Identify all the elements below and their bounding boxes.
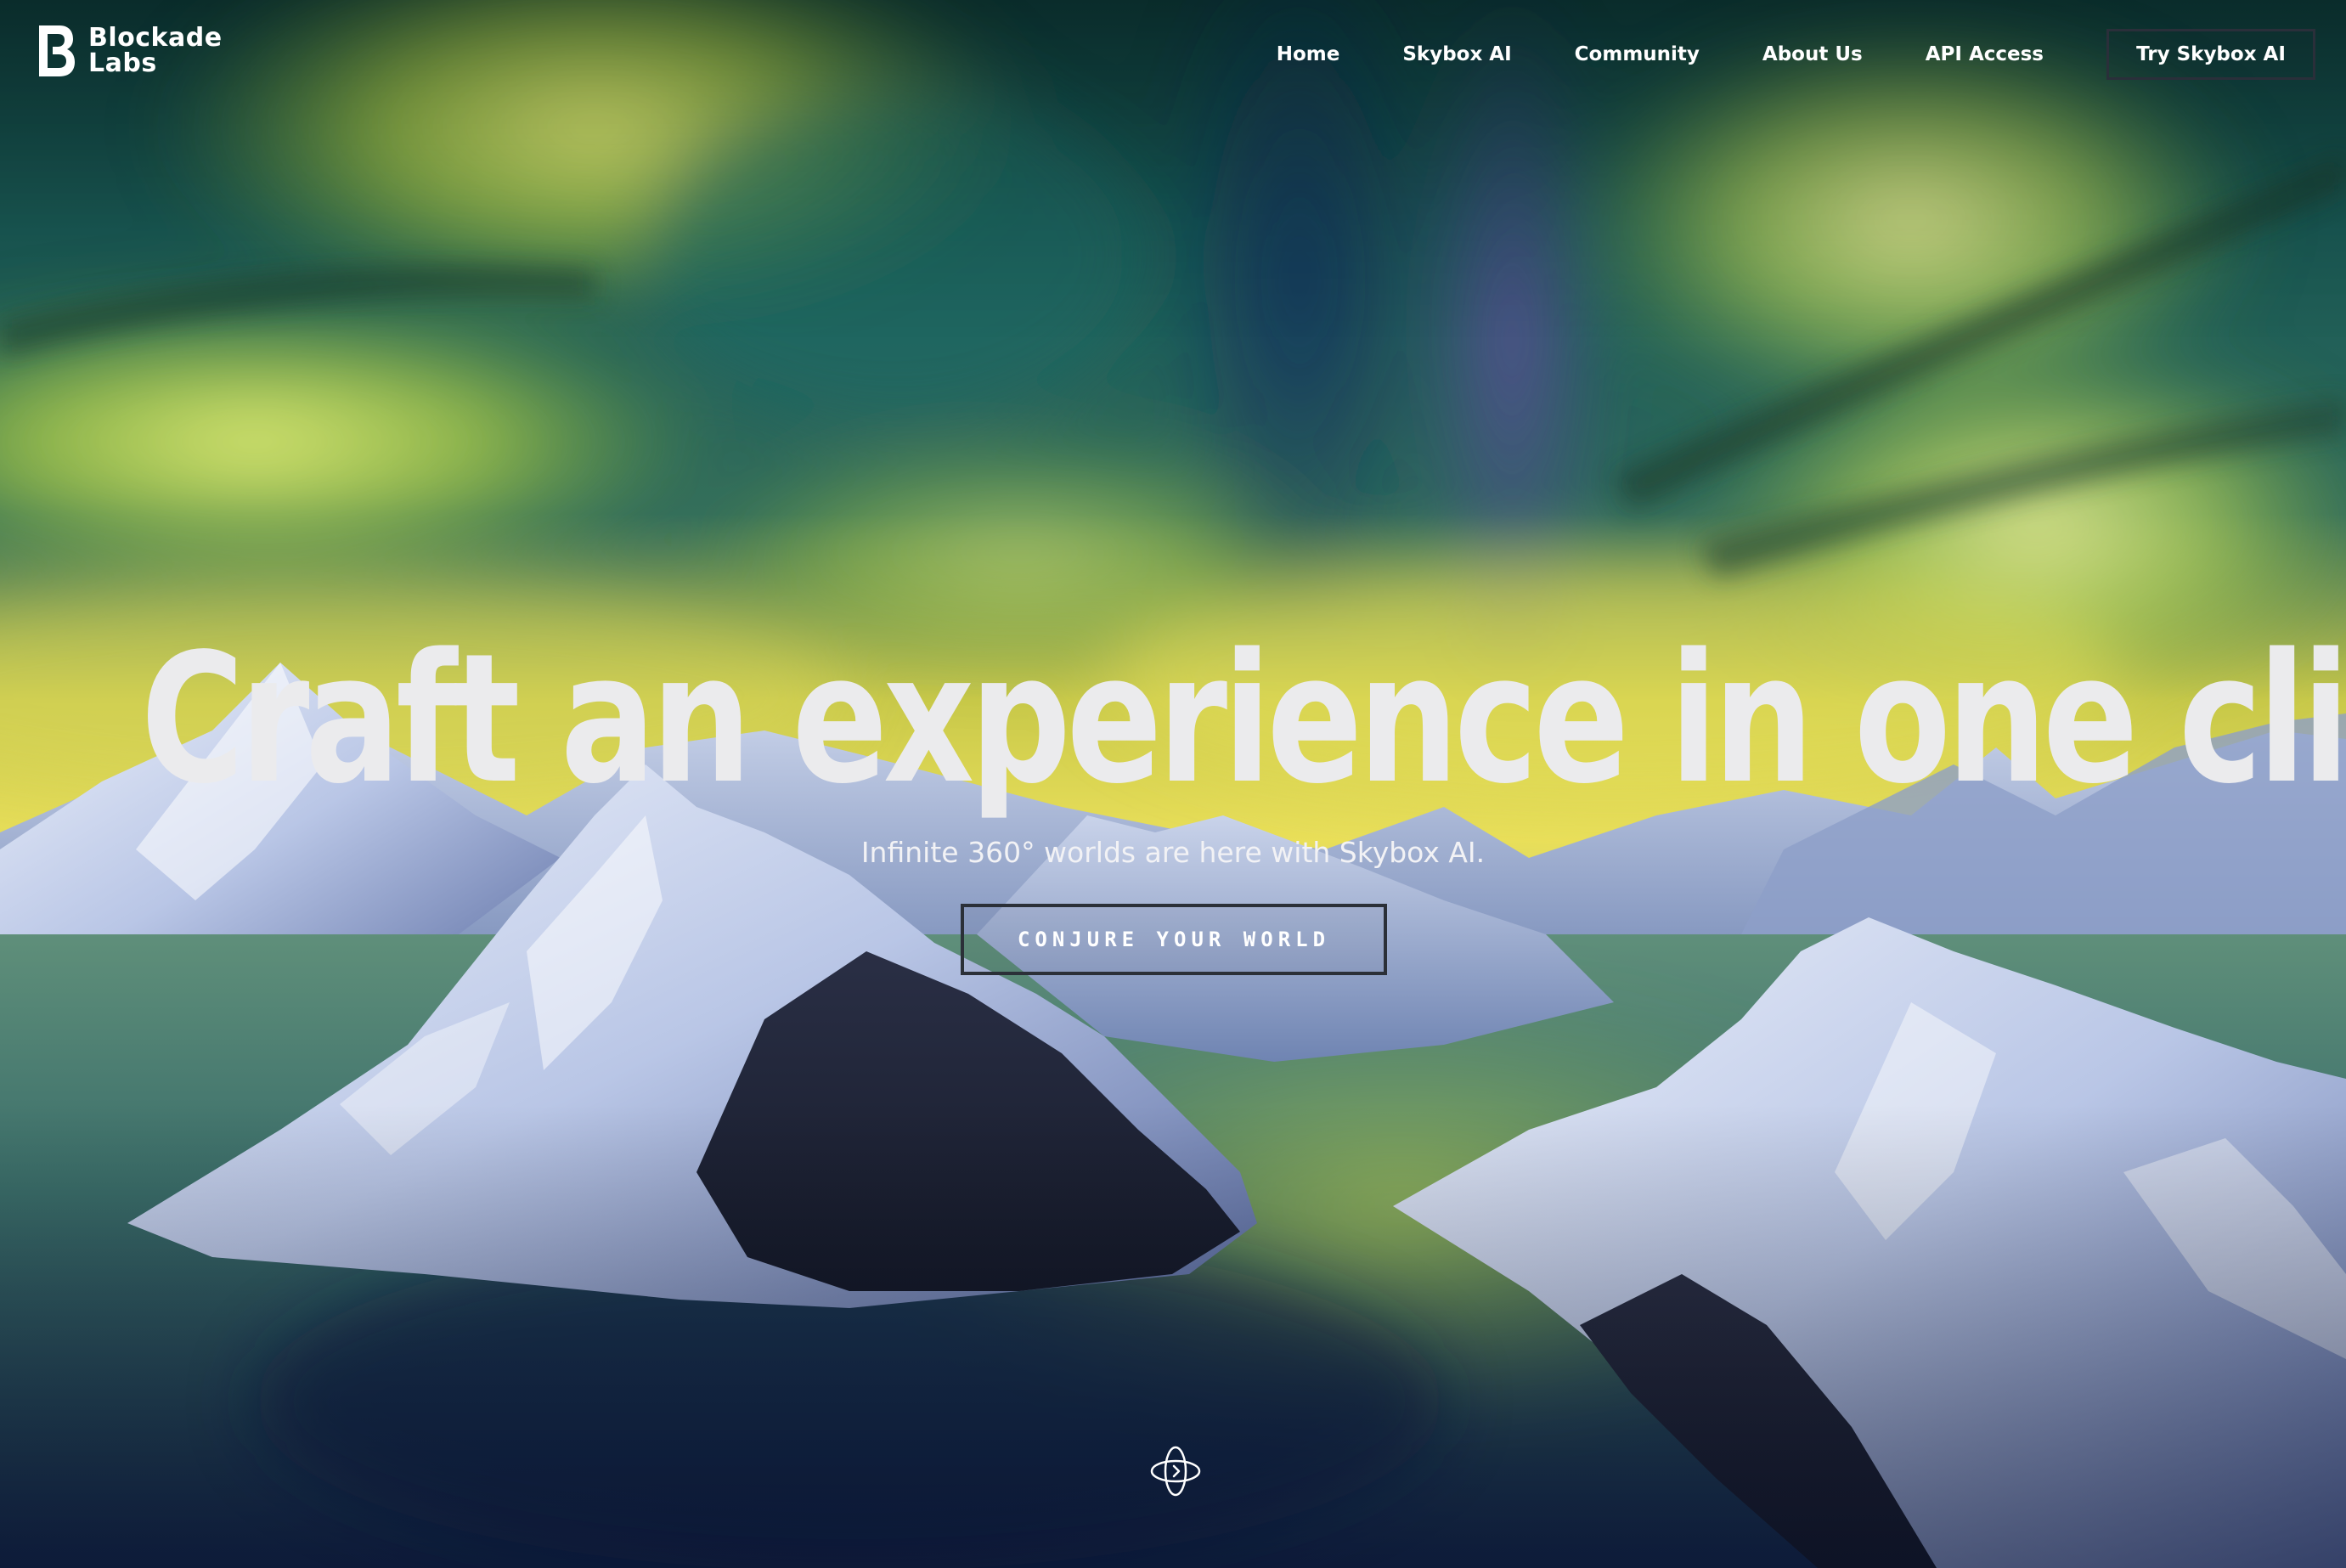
main-nav: Home Skybox AI Community About Us API Ac…	[1277, 29, 2315, 80]
blockade-labs-logo-icon	[39, 25, 75, 76]
nav-item-home[interactable]: Home	[1277, 43, 1340, 65]
page: Blockade Labs Home Skybox AI Community A…	[0, 0, 2346, 1568]
brand-logo-link[interactable]: Blockade Labs	[36, 24, 223, 78]
conjure-your-world-button[interactable]: CONJURE YOUR WORLD	[961, 904, 1387, 975]
nav-item-community[interactable]: Community	[1575, 43, 1700, 65]
nav-item-api-access[interactable]: API Access	[1926, 43, 2044, 65]
nav-item-skybox-ai[interactable]: Skybox AI	[1402, 43, 1511, 65]
brand-name: Blockade Labs	[88, 25, 223, 76]
brand-name-line2: Labs	[88, 48, 157, 78]
nav-item-about-us[interactable]: About Us	[1762, 43, 1863, 65]
brand-name-line1: Blockade	[88, 23, 223, 53]
try-skybox-ai-button[interactable]: Try Skybox AI	[2106, 29, 2315, 80]
hero-title: Craft an experience in one click	[140, 615, 2346, 823]
orbit-360-icon[interactable]	[1148, 1444, 1203, 1498]
hero-subtitle: Infinite 360° worlds are here with Skybo…	[860, 836, 1486, 869]
